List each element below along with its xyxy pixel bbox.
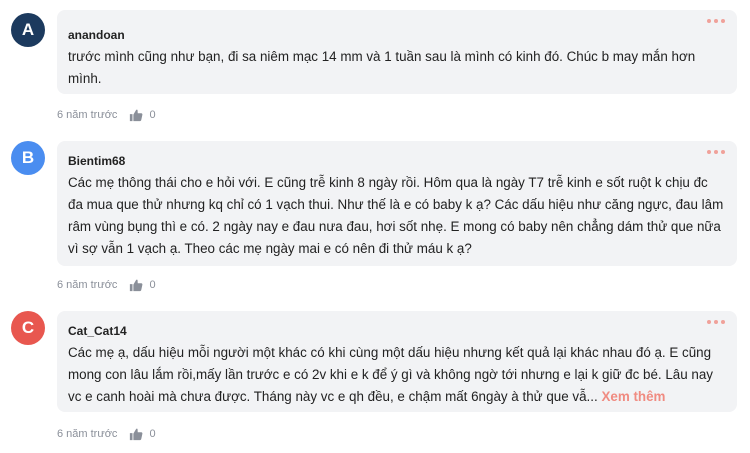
thumbs-up-icon: [130, 279, 143, 292]
comment-meta: 6 năm trước 0: [57, 277, 156, 293]
thumbs-up-icon: [130, 109, 143, 122]
comment-text: trước mình cũng như bạn, đi sa niêm mạc …: [68, 49, 696, 86]
like-count: 0: [149, 428, 156, 440]
comment-bubble: Bientim68 Các mẹ thông thái cho e hỏi vớ…: [57, 141, 737, 266]
comment-bubble: anandoan trước mình cũng như bạn, đi sa …: [57, 10, 737, 94]
username[interactable]: Bientim68: [68, 154, 725, 168]
comment-time: 6 năm trước: [57, 428, 118, 440]
comment-bubble: Cat_Cat14 Các mẹ ạ, dấu hiệu mỗi người m…: [57, 311, 737, 412]
like-button[interactable]: 0: [129, 108, 156, 122]
more-options-icon[interactable]: [707, 18, 725, 24]
avatar[interactable]: C: [11, 311, 45, 345]
avatar[interactable]: A: [11, 13, 45, 47]
more-options-icon[interactable]: [707, 149, 725, 155]
username[interactable]: anandoan: [68, 28, 725, 42]
see-more-link[interactable]: Xem thêm: [601, 389, 665, 404]
comment-text: Các mẹ thông thái cho e hỏi với. E cũng …: [68, 175, 724, 256]
thumbs-up-icon: [130, 428, 143, 441]
like-count: 0: [149, 109, 156, 121]
username[interactable]: Cat_Cat14: [68, 324, 725, 338]
more-options-icon[interactable]: [707, 319, 725, 325]
comment-meta: 6 năm trước 0: [57, 426, 156, 442]
avatar[interactable]: B: [11, 141, 45, 175]
comment-time: 6 năm trước: [57, 109, 118, 121]
comment-text: Các mẹ ạ, dấu hiệu mỗi người một khác có…: [68, 342, 725, 408]
like-count: 0: [149, 279, 156, 291]
comment-time: 6 năm trước: [57, 279, 118, 291]
comment-meta: 6 năm trước 0: [57, 107, 156, 123]
like-button[interactable]: 0: [129, 427, 156, 441]
like-button[interactable]: 0: [129, 278, 156, 292]
